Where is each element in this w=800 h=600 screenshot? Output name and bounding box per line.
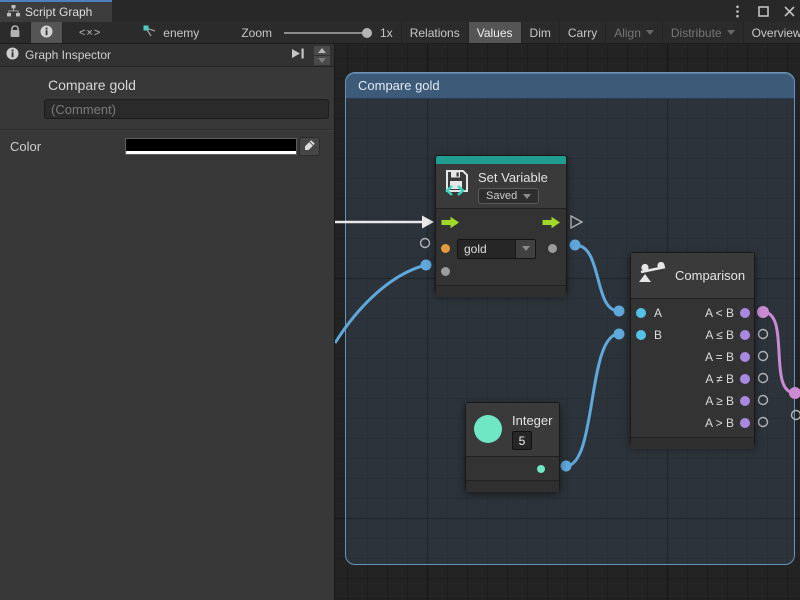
color-label: Color: [10, 139, 118, 154]
variable-kind-dropdown[interactable]: Saved: [478, 188, 539, 204]
eyedropper-icon: [304, 139, 316, 154]
graph-canvas[interactable]: Compare gold: [335, 44, 800, 600]
node-title: Set Variable: [478, 170, 548, 185]
overview-button[interactable]: Overview: [743, 22, 800, 43]
graph-inspector-header: Graph Inspector: [0, 44, 334, 67]
comparison-row: A A < B: [631, 302, 754, 324]
variable-accent-bar: [436, 156, 566, 164]
node-title: Comparison: [675, 268, 745, 283]
comment-input[interactable]: [44, 99, 329, 119]
graph-reference-breadcrumb[interactable]: enemy: [135, 22, 207, 43]
code-view-button[interactable]: <×>: [62, 22, 117, 43]
port-value-input[interactable]: [441, 267, 450, 276]
node-integer[interactable]: Integer 5: [465, 402, 560, 491]
integer-literal-icon: [474, 415, 502, 443]
node-footer: [436, 285, 566, 297]
zoom-control: Zoom 1x: [233, 22, 400, 43]
comparison-row: A ≠ B: [631, 368, 754, 390]
variable-name-dropdown[interactable]: gold: [457, 239, 536, 259]
info-icon: [40, 25, 53, 41]
integer-value-input[interactable]: 5: [512, 431, 532, 450]
node-footer: [631, 437, 754, 449]
graph-title: Compare gold: [48, 77, 334, 93]
port-output-less[interactable]: [740, 308, 750, 318]
inspector-toggle-button[interactable]: [30, 22, 62, 43]
graph-node-icon: [143, 25, 157, 40]
port-input-b[interactable]: [636, 330, 646, 340]
comparison-row: A > B: [631, 412, 754, 434]
dim-button[interactable]: Dim: [521, 22, 559, 43]
zoom-value: 1x: [380, 26, 393, 40]
color-swatch[interactable]: [126, 139, 296, 154]
tab-label: Script Graph: [25, 5, 92, 19]
chevron-down-icon: [523, 194, 531, 199]
eyedropper-button[interactable]: [299, 137, 320, 156]
window-maximize-icon[interactable]: [756, 4, 770, 18]
color-property-row: Color: [0, 131, 334, 161]
node-footer: [466, 480, 559, 492]
port-output-equal[interactable]: [740, 352, 750, 362]
port-output-greater-equal[interactable]: [740, 396, 750, 406]
graph-inspector-panel: Graph Inspector Compare gold Color: [0, 44, 335, 600]
scroll-up-button[interactable]: [314, 46, 330, 55]
flow-output-arrow[interactable]: [542, 216, 561, 232]
chevron-down-icon: [646, 30, 654, 35]
node-set-variable[interactable]: Set Variable Saved gold: [435, 155, 567, 293]
graph-toolbar: <×> enemy Zoom 1x Relations Values Dim C…: [0, 22, 800, 44]
window-titlebar: Script Graph: [0, 0, 800, 22]
carry-button[interactable]: Carry: [559, 22, 605, 43]
code-icon: <×>: [79, 27, 101, 39]
tab-script-graph[interactable]: Script Graph: [0, 0, 112, 22]
flow-input-arrow[interactable]: [441, 216, 460, 232]
comparison-scale-icon: [639, 262, 667, 289]
port-output-not-equal[interactable]: [740, 374, 750, 384]
align-dropdown-button[interactable]: Align: [605, 22, 662, 43]
alpha-bar: [126, 151, 296, 154]
zoom-slider[interactable]: [284, 32, 370, 34]
comparison-row: A = B: [631, 346, 754, 368]
scroll-down-button[interactable]: [314, 56, 330, 65]
panel-title: Graph Inspector: [25, 48, 111, 62]
script-graph-icon: [7, 5, 20, 20]
zoom-slider-knob[interactable]: [362, 28, 372, 38]
values-button[interactable]: Values: [468, 22, 521, 43]
lock-icon: [9, 25, 21, 41]
dock-panel-icon[interactable]: [290, 47, 306, 63]
node-title: Integer: [512, 413, 552, 428]
chevron-down-icon: [515, 240, 535, 258]
panel-scroll-spinner: [314, 46, 330, 65]
comparison-row: A ≥ B: [631, 390, 754, 412]
port-output-less-equal[interactable]: [740, 330, 750, 340]
port-input-a[interactable]: [636, 308, 646, 318]
port-variable-name-input[interactable]: [441, 244, 450, 253]
group-header[interactable]: Compare gold: [346, 73, 794, 99]
window-close-icon[interactable]: [782, 4, 796, 18]
node-comparison[interactable]: Comparison A A < B B A ≤ B A = B A ≠ B A…: [630, 252, 755, 445]
port-output-greater[interactable]: [740, 418, 750, 428]
port-output-integer[interactable]: [537, 465, 545, 473]
port-output-value[interactable]: [548, 244, 557, 253]
chevron-down-icon: [727, 30, 735, 35]
info-icon: [6, 47, 19, 63]
relations-button[interactable]: Relations: [401, 22, 468, 43]
lock-button[interactable]: [0, 22, 30, 43]
zoom-label: Zoom: [241, 26, 272, 40]
window-menu-icon[interactable]: [730, 4, 744, 18]
distribute-dropdown-button[interactable]: Distribute: [662, 22, 743, 43]
comparison-row: B A ≤ B: [631, 324, 754, 346]
group-title: Compare gold: [358, 78, 440, 93]
save-variable-icon: [444, 169, 470, 200]
